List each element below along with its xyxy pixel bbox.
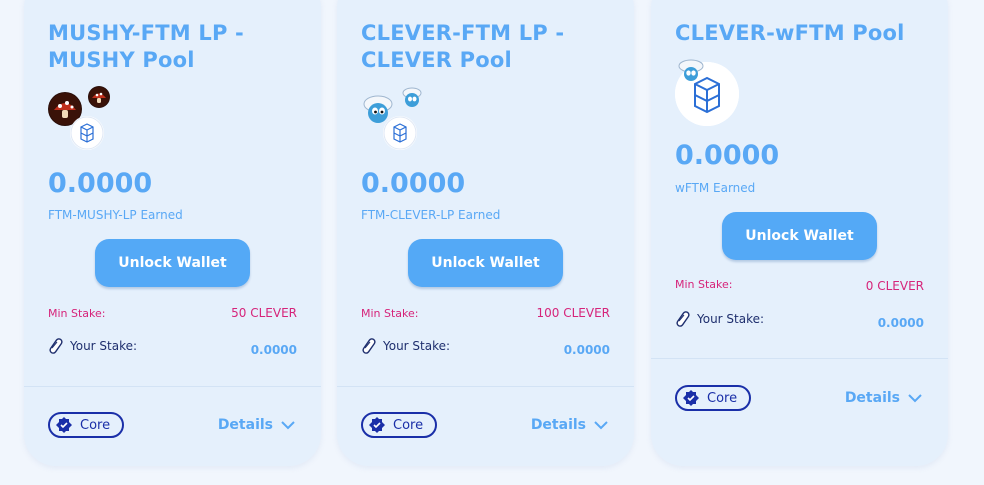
stake-pill-icon: [362, 338, 376, 354]
min-stake-value: 50 CLEVER: [231, 306, 297, 320]
verified-check-icon: [683, 390, 699, 406]
token-logos: [675, 59, 755, 132]
your-stake-text: Your Stake:: [383, 339, 451, 353]
your-stake-value: 0.0000: [563, 343, 610, 357]
your-stake-text: Your Stake:: [70, 339, 138, 353]
min-stake-value: 0 CLEVER: [865, 279, 924, 293]
earned-label: FTM-MUSHY-LP Earned: [48, 208, 183, 222]
min-stake-label: Min Stake:: [675, 278, 733, 291]
earned-amount: 0.0000: [48, 168, 153, 199]
details-toggle[interactable]: Details: [531, 417, 608, 433]
pool-cards-grid: MUSHY-FTM LP - MUSHY Pool 0.0000 FTM-MUS…: [0, 0, 984, 485]
your-stake-value: 0.0000: [877, 316, 924, 330]
core-badge: Core: [675, 385, 752, 411]
chevron-down-icon: [908, 394, 922, 403]
chevron-down-icon: [281, 421, 295, 430]
earned-label: wFTM Earned: [675, 181, 756, 195]
core-badge-label: Core: [80, 417, 111, 433]
pool-title: MUSHY-FTM LP - MUSHY Pool: [48, 21, 244, 72]
your-stake-label: Your Stake:: [361, 338, 450, 354]
your-stake-text: Your Stake:: [697, 312, 765, 326]
token-logos: [48, 86, 128, 156]
card-divider: [651, 358, 948, 359]
stake-pill-icon: [49, 338, 63, 354]
stake-pill-icon: [676, 311, 690, 327]
pool-title: CLEVER-wFTM Pool: [675, 21, 905, 45]
pool-card-mushy: MUSHY-FTM LP - MUSHY Pool 0.0000 FTM-MUS…: [24, 0, 321, 466]
fantom-token-icon: [70, 116, 104, 150]
your-stake-label: Your Stake:: [675, 311, 764, 327]
min-stake-label: Min Stake:: [361, 307, 419, 320]
fantom-token-icon: [383, 116, 417, 150]
card-divider: [337, 386, 634, 387]
min-stake-label: Min Stake:: [48, 307, 106, 320]
smurf-token-icon: [401, 86, 423, 108]
pool-card-clever-ftm: CLEVER-FTM LP - CLEVER Pool 0.0000 FTM-C…: [337, 0, 634, 466]
details-toggle[interactable]: Details: [218, 417, 295, 433]
details-label: Details: [844, 390, 900, 406]
chevron-down-icon: [594, 421, 608, 430]
unlock-wallet-button[interactable]: Unlock Wallet: [408, 239, 563, 287]
your-stake-value: 0.0000: [250, 343, 297, 357]
verified-check-icon: [369, 417, 385, 433]
token-logos: [361, 86, 441, 156]
pool-title: CLEVER-FTM LP - CLEVER Pool: [361, 21, 565, 72]
earned-amount: 0.0000: [675, 140, 780, 171]
card-divider: [24, 386, 321, 387]
unlock-wallet-button[interactable]: Unlock Wallet: [722, 212, 877, 260]
details-label: Details: [217, 417, 273, 433]
earned-amount: 0.0000: [361, 168, 466, 199]
core-badge: Core: [48, 412, 125, 438]
min-stake-value: 100 CLEVER: [536, 306, 611, 320]
details-toggle[interactable]: Details: [845, 390, 922, 406]
smurf-token-icon: [677, 58, 705, 82]
core-badge-label: Core: [393, 417, 424, 433]
details-label: Details: [530, 417, 586, 433]
pool-card-clever-wftm: CLEVER-wFTM Pool 0.0000 wFTM Earned Unlo…: [651, 0, 948, 466]
verified-check-icon: [56, 417, 72, 433]
earned-label: FTM-CLEVER-LP Earned: [361, 208, 501, 222]
mushroom-token-icon: [88, 86, 110, 108]
unlock-wallet-button[interactable]: Unlock Wallet: [95, 239, 250, 287]
core-badge-label: Core: [707, 390, 738, 406]
core-badge: Core: [361, 412, 438, 438]
your-stake-label: Your Stake:: [48, 338, 137, 354]
